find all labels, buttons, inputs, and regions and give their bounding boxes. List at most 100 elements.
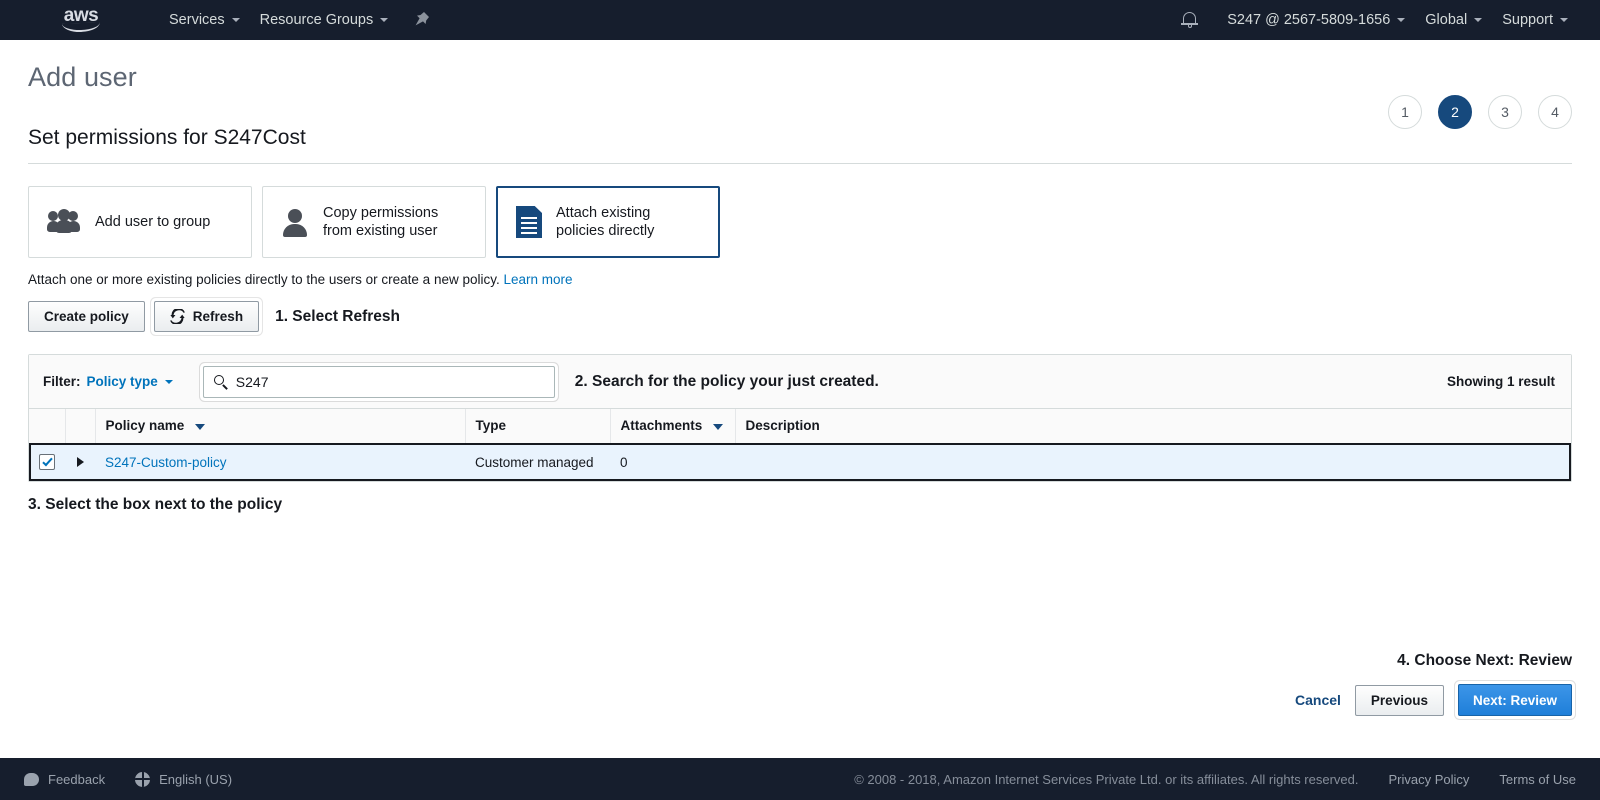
- option-copy-permissions[interactable]: Copy permissions from existing user: [262, 186, 486, 258]
- bell-icon[interactable]: [1179, 9, 1201, 31]
- document-icon: [516, 206, 542, 238]
- wizard-step-indicator: 1 2 3 4: [1388, 95, 1572, 129]
- copyright-text: © 2008 - 2018, Amazon Internet Services …: [854, 771, 1359, 787]
- expand-triangle-icon[interactable]: [76, 456, 84, 467]
- search-icon: [213, 374, 228, 390]
- feedback-button[interactable]: Feedback: [24, 772, 105, 787]
- table-row[interactable]: S247-Custom-policy Customer managed 0: [29, 443, 1571, 481]
- main-content: Add user 1 2 3 4 Set permissions for S24…: [0, 40, 1600, 514]
- policy-name-link[interactable]: S247-Custom-policy: [105, 455, 227, 470]
- column-type[interactable]: Type: [465, 409, 611, 444]
- wizard-step-4[interactable]: 4: [1538, 95, 1572, 129]
- chevron-down-icon: [231, 18, 240, 22]
- wizard-footer-actions: 4. Choose Next: Review Cancel Previous N…: [1295, 652, 1572, 716]
- row-checkbox[interactable]: [39, 454, 55, 471]
- footer-right-group: © 2008 - 2018, Amazon Internet Services …: [854, 772, 1576, 787]
- wizard-button-row: Cancel Previous Next: Review: [1295, 684, 1572, 716]
- column-type-label: Type: [475, 418, 507, 434]
- policy-table-head: Policy name Type Attachments Description: [29, 409, 1571, 444]
- cell-policy-name: S247-Custom-policy: [95, 443, 465, 481]
- filter-bar: Filter: Policy type S247 2. Search for t…: [29, 355, 1571, 409]
- annotation-step-3: 3. Select the box next to the policy: [28, 496, 283, 513]
- aws-logo[interactable]: aws: [58, 5, 104, 33]
- wizard-step-2[interactable]: 2: [1438, 95, 1472, 129]
- nav-account-menu[interactable]: S247 @ 2567-5809-1656: [1217, 0, 1415, 40]
- filter-label: Filter:: [43, 374, 81, 389]
- policy-table-panel: Filter: Policy type S247 2. Search for t…: [28, 354, 1572, 482]
- users-group-icon: [47, 209, 81, 235]
- language-selector[interactable]: English (US): [135, 771, 233, 787]
- chevron-down-icon: [164, 379, 173, 384]
- column-expander: [65, 409, 96, 444]
- page-footer: Feedback English (US) © 2008 - 2018, Ama…: [0, 758, 1600, 800]
- cancel-button[interactable]: Cancel: [1295, 692, 1341, 708]
- wizard-step-3[interactable]: 3: [1488, 95, 1522, 129]
- policy-table: Policy name Type Attachments Description: [29, 409, 1571, 481]
- chevron-down-icon: [1397, 18, 1406, 22]
- option-copy-permissions-label: Copy permissions from existing user: [323, 205, 439, 239]
- check-icon: [41, 456, 53, 467]
- user-icon: [281, 208, 309, 237]
- row-checkbox-cell[interactable]: [29, 443, 65, 481]
- search-wrapper: S247: [202, 365, 555, 398]
- nav-region-label: Global: [1425, 12, 1468, 28]
- feedback-label: Feedback: [48, 771, 106, 787]
- option-attach-policies-directly[interactable]: Attach existing policies directly: [496, 186, 720, 258]
- sort-descending-icon: [195, 423, 206, 430]
- column-policy-name[interactable]: Policy name: [95, 409, 466, 444]
- previous-button[interactable]: Previous: [1354, 684, 1444, 716]
- column-attachments[interactable]: Attachments: [610, 409, 736, 444]
- nav-services-menu[interactable]: Services: [159, 0, 250, 40]
- nav-resource-groups-menu[interactable]: Resource Groups: [250, 0, 399, 40]
- top-nav-right-group: S247 @ 2567-5809-1656 Global Support: [1179, 0, 1600, 40]
- language-label: English (US): [159, 771, 233, 787]
- pin-icon[interactable]: [412, 12, 432, 28]
- refresh-label: Refresh: [192, 309, 244, 324]
- page-title: Add user: [28, 62, 137, 92]
- policy-type-filter-label: Policy type: [86, 374, 158, 389]
- aws-logo-swoosh: [61, 22, 101, 33]
- wizard-step-1[interactable]: 1: [1388, 95, 1422, 129]
- column-description[interactable]: Description: [735, 409, 1571, 444]
- permission-options: Add user to group Copy permissions from …: [28, 186, 1572, 258]
- privacy-policy-link[interactable]: Privacy Policy: [1389, 772, 1470, 787]
- policy-actions-row: Create policy Refresh 1. Select Refresh: [28, 301, 1572, 332]
- section-title: Set permissions for S247Cost: [28, 126, 1572, 164]
- permissions-hint: Attach one or more existing policies dir…: [28, 272, 1572, 287]
- aws-console-page: aws Services Resource Groups S247 @ 2567…: [0, 0, 1600, 800]
- nav-region-menu[interactable]: Global: [1415, 0, 1492, 40]
- column-attachments-label: Attachments: [620, 418, 703, 434]
- aws-logo-text: aws: [63, 5, 99, 26]
- column-select-all[interactable]: [29, 409, 66, 444]
- top-navigation-bar: aws Services Resource Groups S247 @ 2567…: [0, 0, 1600, 40]
- sort-descending-icon: [713, 423, 724, 430]
- learn-more-link[interactable]: Learn more: [504, 272, 573, 287]
- permissions-hint-text: Attach one or more existing policies dir…: [28, 272, 500, 287]
- option-attach-policies-label: Attach existing policies directly: [556, 205, 655, 239]
- search-input[interactable]: S247: [202, 365, 555, 398]
- create-policy-label: Create policy: [44, 309, 129, 324]
- nav-support-label: Support: [1502, 12, 1553, 28]
- row-expander-cell[interactable]: [65, 443, 95, 481]
- create-policy-button[interactable]: Create policy: [28, 301, 145, 332]
- refresh-icon: [169, 307, 185, 326]
- policy-type-filter[interactable]: Policy type: [87, 374, 173, 389]
- chat-icon: [24, 772, 39, 786]
- column-description-label: Description: [745, 418, 820, 434]
- results-count: Showing 1 result: [1446, 374, 1555, 389]
- refresh-button[interactable]: Refresh: [153, 301, 260, 332]
- nav-resource-groups-label: Resource Groups: [259, 12, 374, 28]
- chevron-down-icon: [380, 18, 389, 22]
- cell-type: Customer managed: [465, 443, 610, 481]
- annotation-step-2: 2. Search for the policy your just creat…: [574, 372, 879, 390]
- option-add-user-to-group[interactable]: Add user to group: [28, 186, 252, 258]
- chevron-down-icon: [1474, 18, 1483, 22]
- next-review-button[interactable]: Next: Review: [1457, 684, 1572, 716]
- globe-icon: [135, 771, 151, 787]
- annotation-step-4: 4. Choose Next: Review: [1397, 652, 1572, 669]
- nav-support-menu[interactable]: Support: [1492, 0, 1578, 40]
- terms-of-use-link[interactable]: Terms of Use: [1499, 772, 1576, 787]
- nav-account-label: S247 @ 2567-5809-1656: [1227, 12, 1391, 28]
- search-input-value: S247: [235, 373, 269, 390]
- option-add-user-to-group-label: Add user to group: [95, 214, 211, 230]
